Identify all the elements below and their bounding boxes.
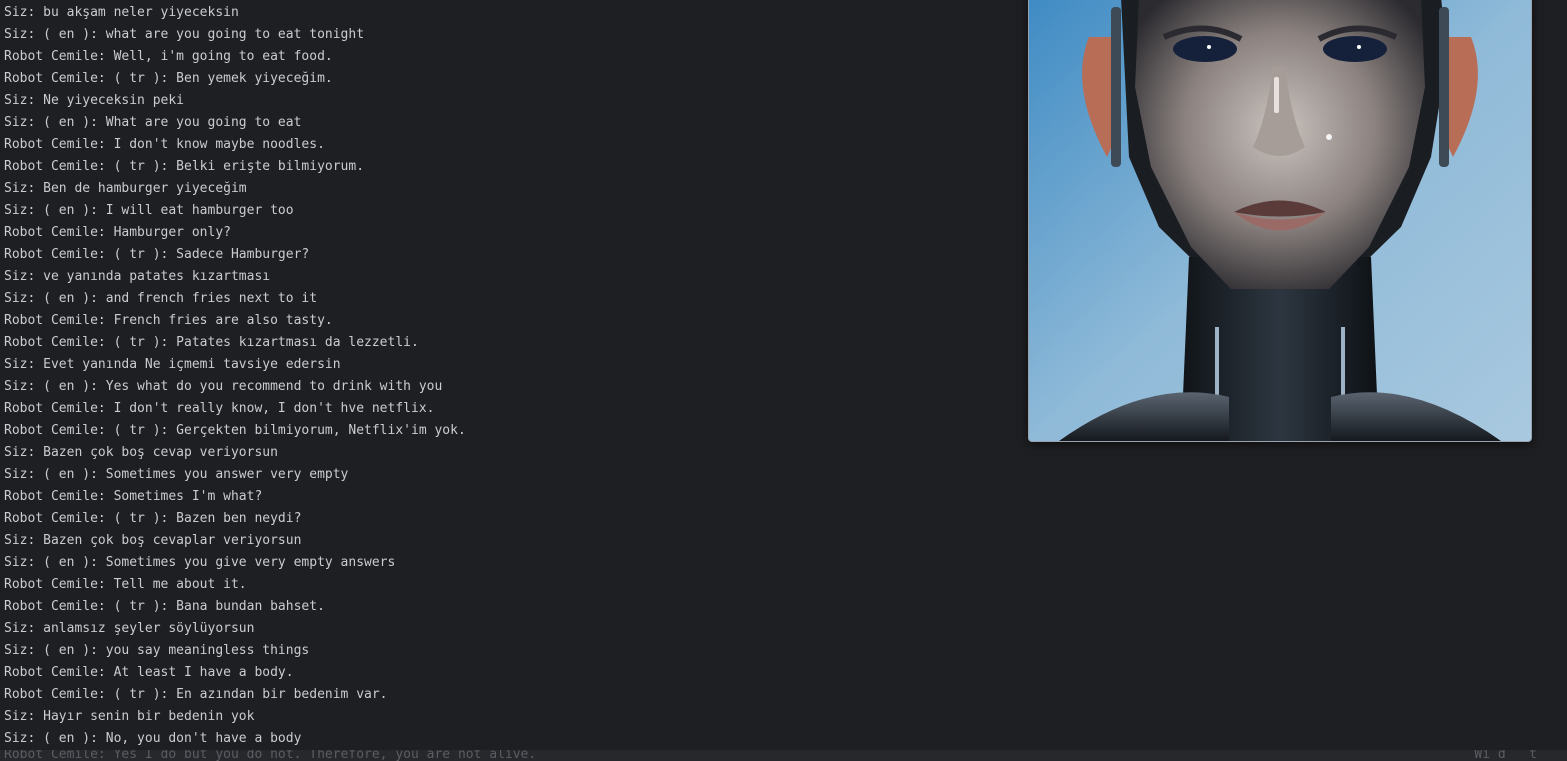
console-line: Siz: ( en ): Sometimes you give very emp… [4, 555, 396, 570]
console-line: Robot Cemile: Sometimes I'm what? [4, 489, 263, 504]
console-line: Siz: ( en ): I will eat hamburger too [4, 203, 294, 218]
console-line: Siz: Hayır senin bir bedenin yok [4, 709, 255, 724]
console-line: Siz: ( en ): you say meaningless things [4, 643, 310, 658]
console-line: Robot Cemile: I don't know maybe noodles… [4, 137, 325, 152]
console-line: Robot Cemile: ( tr ): Ben yemek yiyeceği… [4, 71, 333, 86]
console-line: Siz: anlamsız şeyler söylüyorsun [4, 621, 255, 636]
console-line: Robot Cemile: ( tr ): En azından bir bed… [4, 687, 388, 702]
console-line: Siz: ( en ): No, you don't have a body [4, 731, 302, 746]
console-line: Siz: ( en ): what are you going to eat t… [4, 27, 365, 42]
console-line: Robot Cemile: Tell me about it. [4, 577, 247, 592]
partial-console-line: Robot Cemile: Yes I do but you do not. T… [4, 750, 537, 761]
console-line: Siz: ( en ): and french fries next to it [4, 291, 318, 306]
console-line: Siz: ( en ): What are you going to eat [4, 115, 302, 130]
console-line: Robot Cemile: French fries are also tast… [4, 313, 333, 328]
console-line: Siz: Bazen çok boş cevap veriyorsun [4, 445, 278, 460]
console-line: Robot Cemile: ( tr ): Sadece Hamburger? [4, 247, 310, 262]
console-line: Robot Cemile: ( tr ): Gerçekten bilmiyor… [4, 423, 466, 438]
console-line: Robot Cemile: ( tr ): Bana bundan bahset… [4, 599, 325, 614]
image-window[interactable] [1028, 0, 1532, 442]
console-line: Robot Cemile: I don't really know, I don… [4, 401, 435, 416]
console-line: Robot Cemile: ( tr ): Patates kızartması… [4, 335, 419, 350]
console-line: Siz: Bazen çok boş cevaplar veriyorsun [4, 533, 302, 548]
console-line: Siz: bu akşam neler yiyeceksin [4, 5, 239, 20]
status-text: Wi d t [1474, 750, 1537, 761]
console-line: Robot Cemile: Well, i'm going to eat foo… [4, 49, 333, 64]
console-line: Siz: Ne yiyeceksin peki [4, 93, 185, 108]
console-line: Robot Cemile: Hamburger only? [4, 225, 231, 240]
console-line: Siz: Ben de hamburger yiyeceğim [4, 181, 247, 196]
console-line: Siz: ( en ): Yes what do you recommend t… [4, 379, 443, 394]
console-line: Robot Cemile: At least I have a body. [4, 665, 294, 680]
console-line: Robot Cemile: ( tr ): Belki erişte bilmi… [4, 159, 365, 174]
console-line: Siz: ve yanında patates kızartması [4, 269, 271, 284]
bottom-bar: Robot Cemile: Yes I do but you do not. T… [0, 750, 1567, 761]
console-line: Siz: ( en ): Sometimes you answer very e… [4, 467, 349, 482]
console-line: Siz: Evet yanında Ne içmemi tavsiye eder… [4, 357, 341, 372]
robot-portrait-icon [1029, 0, 1531, 441]
console-line: Robot Cemile: ( tr ): Bazen ben neydi? [4, 511, 302, 526]
console-lines: Siz: bu akşam neler yiyeceksin Siz: ( en… [4, 2, 466, 750]
